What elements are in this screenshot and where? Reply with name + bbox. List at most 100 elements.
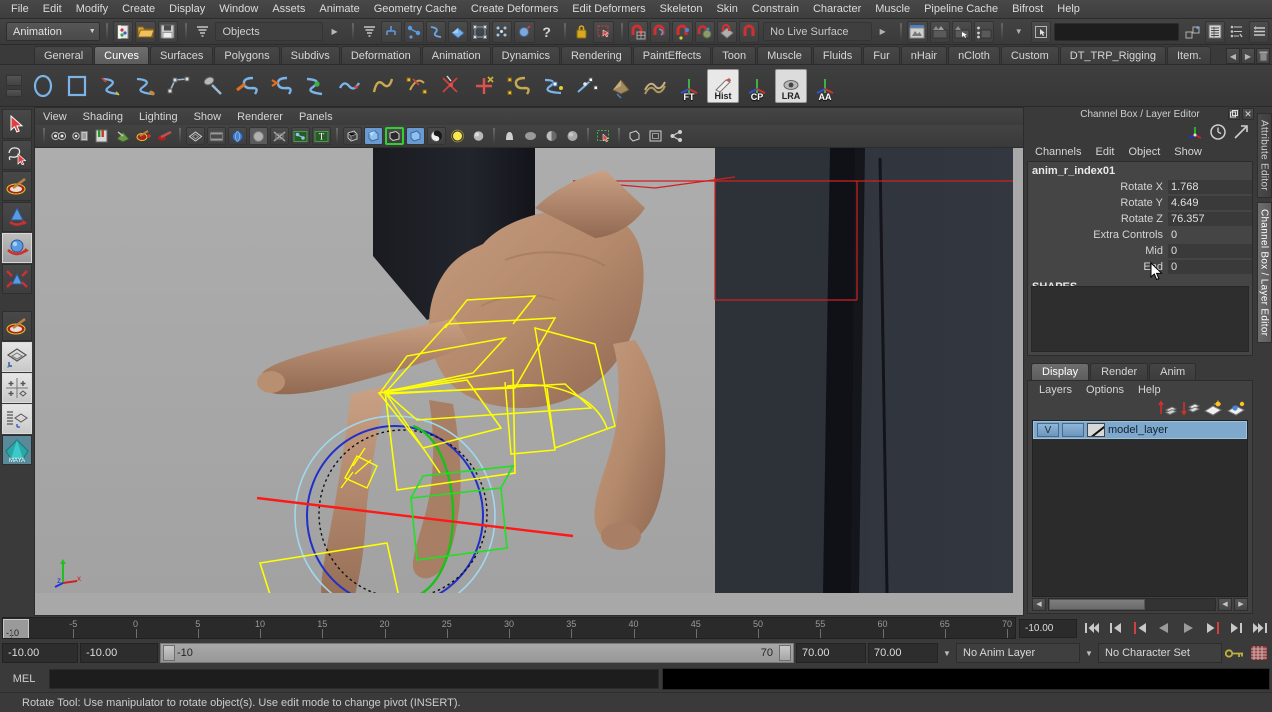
outliner-persp-layout-icon[interactable]: [2, 404, 32, 434]
smooth-shade-textured-icon[interactable]: [406, 127, 425, 145]
magnet-grid-icon[interactable]: [628, 20, 649, 43]
arrow-icon[interactable]: [1232, 123, 1250, 141]
keyframe-icon[interactable]: [134, 127, 153, 145]
viewport-menu-panels[interactable]: Panels: [291, 110, 341, 124]
select-camera-icon[interactable]: [50, 127, 69, 145]
resolution-gate-icon[interactable]: [228, 127, 247, 145]
chevron-down-icon[interactable]: ▼: [1009, 21, 1029, 43]
selection-mask-field[interactable]: Objects: [215, 22, 324, 41]
menu-skeleton[interactable]: Skeleton: [653, 1, 710, 17]
selection-mask-collapse-icon[interactable]: [359, 21, 379, 43]
menu-skin[interactable]: Skin: [709, 1, 744, 17]
close-icon[interactable]: ✕: [1242, 108, 1254, 120]
magnet-live-object-icon[interactable]: [716, 20, 737, 43]
paint-select-tool-icon[interactable]: [2, 171, 32, 201]
scroll-prev-icon[interactable]: ◀: [1218, 597, 1232, 611]
animation-end-time-field[interactable]: 70.00: [868, 643, 938, 663]
clock-icon[interactable]: [1209, 123, 1227, 141]
scroll-next-icon[interactable]: ▶: [1234, 597, 1248, 611]
anim-layer-dropdown-icon[interactable]: ▼: [940, 643, 954, 663]
isolate-select-icon[interactable]: [594, 127, 613, 145]
channel-row-rotate-y[interactable]: Rotate Y 4.649: [1028, 195, 1252, 211]
layer-row[interactable]: V model_layer: [1033, 421, 1247, 439]
last-tool-used-icon[interactable]: [2, 311, 32, 341]
toggle-attribute-editor-icon[interactable]: [1227, 21, 1247, 43]
channel-value[interactable]: 0: [1168, 244, 1252, 258]
menu-constrain[interactable]: Constrain: [745, 1, 806, 17]
layer-list[interactable]: V model_layer: [1032, 420, 1248, 597]
channel-value[interactable]: 4.649: [1168, 196, 1252, 210]
ep-curve-tool-icon[interactable]: [197, 69, 229, 103]
magnet-make-live-icon[interactable]: [739, 20, 760, 43]
attach-curves-icon[interactable]: [265, 69, 297, 103]
magnet-view-plane-icon[interactable]: [694, 20, 715, 43]
time-slider[interactable]: -10 -10 -5 0 5 10 15 20 25 30 35 40 45 50 55 60 65 70: [2, 617, 1016, 639]
playback-start-time-field[interactable]: -10.00: [80, 643, 158, 663]
menuset-selector[interactable]: Animation ▼: [6, 22, 100, 41]
character-set-dropdown-icon[interactable]: ▼: [1082, 643, 1096, 663]
pencil-curve-icon[interactable]: [231, 69, 263, 103]
shelf-tab-toon[interactable]: Toon: [712, 46, 757, 64]
shelf-tab-general[interactable]: General: [34, 46, 94, 64]
menu-create-deformers[interactable]: Create Deformers: [464, 1, 565, 17]
save-scene-icon[interactable]: [157, 20, 178, 43]
command-input[interactable]: [49, 669, 659, 689]
menu-character[interactable]: Character: [806, 1, 868, 17]
hist-icon[interactable]: Hist: [707, 68, 739, 103]
shelf-tab-dt-trp-rigging[interactable]: DT_TRP_Rigging: [1059, 46, 1166, 64]
live-surface-expand-icon[interactable]: ▶: [873, 21, 893, 43]
menu-pipeline-cache[interactable]: Pipeline Cache: [917, 1, 1005, 17]
menu-bifrost[interactable]: Bifrost: [1005, 1, 1050, 17]
lasso-select-tool-icon[interactable]: [2, 140, 32, 170]
menu-help[interactable]: Help: [1050, 1, 1087, 17]
occlusion-icon[interactable]: [521, 127, 540, 145]
viewport-canvas[interactable]: z x: [34, 147, 1024, 616]
shelf-trash-icon[interactable]: [1256, 48, 1270, 64]
menu-window[interactable]: Window: [212, 1, 265, 17]
toggle-channel-box-icon[interactable]: [1204, 20, 1225, 43]
ft-icon[interactable]: FT: [673, 69, 705, 103]
step-forward-key-icon[interactable]: [1224, 618, 1248, 638]
menu-geometry-cache[interactable]: Geometry Cache: [367, 1, 464, 17]
new-scene-icon[interactable]: [113, 20, 134, 43]
select-by-name-icon[interactable]: [1030, 20, 1051, 43]
snap-view-plane-icon[interactable]: [514, 20, 535, 43]
channel-value[interactable]: 0: [1168, 228, 1252, 242]
menu-muscle[interactable]: Muscle: [868, 1, 917, 17]
shelf-tab-item[interactable]: Item.: [1166, 46, 1212, 64]
intersect-curves-icon[interactable]: [469, 69, 501, 103]
layer-menu-options[interactable]: Options: [1079, 383, 1131, 397]
scroll-thumb[interactable]: [1049, 598, 1146, 610]
cut-curve-icon[interactable]: [435, 69, 467, 103]
bevel-plus-icon[interactable]: [639, 69, 671, 103]
step-back-key-icon[interactable]: [1104, 618, 1128, 638]
dock-tab-attribute-editor[interactable]: Attribute Editor: [1256, 113, 1272, 198]
channel-value[interactable]: 76.357: [1168, 212, 1252, 226]
viewport-menu-lighting[interactable]: Lighting: [131, 110, 186, 124]
shelf-tab-surfaces[interactable]: Surfaces: [149, 46, 214, 64]
layer-menu-layers[interactable]: Layers: [1032, 383, 1079, 397]
toggle-tool-settings-icon[interactable]: [1249, 20, 1270, 43]
camera-attributes-icon[interactable]: [71, 127, 90, 145]
xray-active-components-icon[interactable]: [646, 127, 665, 145]
channel-box-menu-edit[interactable]: Edit: [1088, 145, 1121, 159]
four-view-layout-icon[interactable]: [2, 373, 32, 403]
menu-edit-deformers[interactable]: Edit Deformers: [565, 1, 652, 17]
new-layer-from-selected-icon[interactable]: [1226, 400, 1246, 416]
text-display-icon[interactable]: T: [312, 127, 331, 145]
live-surface-field[interactable]: No Live Surface: [763, 22, 872, 41]
command-language-label[interactable]: MEL: [2, 673, 46, 685]
shelf-tab-custom[interactable]: Custom: [1000, 46, 1059, 64]
layer-menu-help[interactable]: Help: [1131, 383, 1168, 397]
layer-playback-toggle[interactable]: [1062, 423, 1084, 437]
image-plane-icon[interactable]: [113, 127, 132, 145]
step-forward-frame-icon[interactable]: [1200, 618, 1224, 638]
layer-scrollbar[interactable]: ◀ ◀ ▶: [1028, 597, 1252, 613]
shelf-tab-muscle[interactable]: Muscle: [757, 46, 812, 64]
snap-curve-icon[interactable]: [470, 20, 491, 43]
multisample-icon[interactable]: [563, 127, 582, 145]
maya-logo-icon[interactable]: MAYA: [2, 435, 32, 465]
viewport-menu-shading[interactable]: Shading: [75, 110, 131, 124]
snap-grid-icon[interactable]: [447, 20, 469, 43]
wireframe-icon[interactable]: [343, 127, 362, 145]
